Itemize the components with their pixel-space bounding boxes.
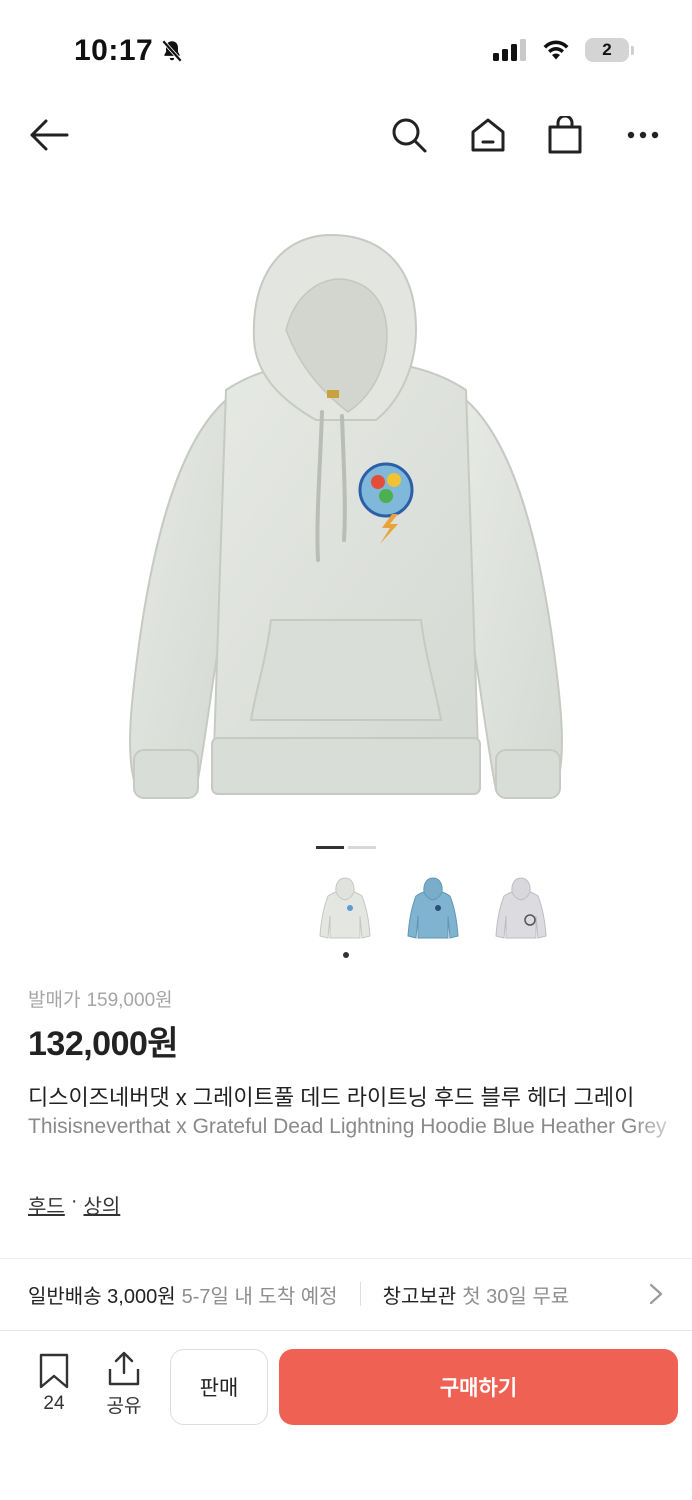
share-label: 공유 (106, 1396, 142, 1417)
search-icon (392, 118, 427, 153)
hoodie-thumbnail-image (319, 877, 371, 939)
status-bar: 10:17 2 (0, 0, 692, 100)
wifi-icon (543, 40, 569, 60)
product-title-english: Thisisneverthat x Grateful Dead Lightnin… (28, 1115, 667, 1138)
thumbnail-lavender[interactable] (488, 870, 554, 948)
cellular-signal-icon (493, 39, 526, 61)
category-link-hoodie[interactable]: 후드 (28, 1190, 65, 1219)
page-indicator-active (316, 846, 344, 849)
hoodie-thumbnail-image (495, 877, 547, 939)
home-button[interactable] (465, 112, 511, 158)
buy-button[interactable]: 구매하기 (279, 1349, 678, 1425)
back-button[interactable] (26, 112, 72, 158)
battery-indicator: 2 (585, 38, 634, 62)
product-image[interactable] (0, 190, 692, 830)
color-thumbnails (312, 870, 554, 948)
chevron-right-icon (649, 1283, 663, 1305)
shopping-bag-icon (548, 116, 582, 154)
storage-label: 창고보관 (382, 1285, 457, 1308)
delivery-separator (359, 1282, 361, 1306)
battery-level: 2 (585, 38, 629, 62)
status-time: 10:17 (74, 34, 185, 68)
status-indicators: 2 (493, 38, 634, 62)
standard-delivery-label: 일반배송 3,000원 (28, 1285, 176, 1308)
section-divider (0, 1258, 692, 1259)
bag-button[interactable] (542, 112, 588, 158)
hoodie-image (129, 233, 563, 799)
product-title-korean: 디스이즈네버댓 x 그레이트풀 데드 라이트닝 후드 블루 헤더 그레이 (28, 1085, 635, 1110)
bookmark-icon (39, 1353, 69, 1389)
release-price: 발매가 159,000원 (28, 985, 173, 1012)
home-icon (471, 118, 505, 152)
thumbnail-blue[interactable] (400, 870, 466, 948)
breadcrumb: 후드 · 상의 (28, 1190, 120, 1219)
battery-cap (631, 45, 634, 55)
selected-thumbnail-dot (343, 952, 349, 958)
sell-button[interactable]: 판매 (170, 1349, 268, 1425)
image-page-indicator (316, 846, 376, 849)
hoodie-thumbnail-image (407, 877, 459, 939)
bookmark-count: 24 (43, 1393, 65, 1414)
share-button[interactable]: 공유 (104, 1351, 144, 1418)
bookmark-button[interactable]: 24 (36, 1353, 72, 1415)
current-price: 132,000원 (28, 1025, 179, 1063)
time-text: 10:17 (74, 34, 154, 67)
more-horizontal-icon (627, 131, 659, 139)
bottom-action-bar: 24 공유 판매 구매하기 (0, 1330, 692, 1500)
delivery-info-row[interactable]: 일반배송 3,000원 5-7일 내 도착 예정 창고보관 첫 30일 무료 (0, 1260, 692, 1328)
nav-bar (0, 100, 692, 170)
release-price-value: 159,000원 (86, 990, 173, 1011)
category-separator: · (70, 1190, 78, 1212)
standard-delivery-eta: 5-7일 내 도착 예정 (181, 1285, 338, 1308)
more-button[interactable] (620, 112, 666, 158)
title-fade-overlay (632, 1076, 692, 1146)
storage-note: 첫 30일 무료 (462, 1285, 570, 1308)
thumbnail-grey[interactable] (312, 870, 378, 948)
page-indicator-inactive (348, 846, 376, 849)
category-link-top[interactable]: 상의 (83, 1190, 120, 1219)
bell-muted-icon (162, 39, 183, 63)
release-price-label: 발매가 (28, 990, 81, 1011)
search-button[interactable] (386, 112, 432, 158)
arrow-left-icon (30, 119, 69, 151)
share-icon (108, 1351, 140, 1386)
